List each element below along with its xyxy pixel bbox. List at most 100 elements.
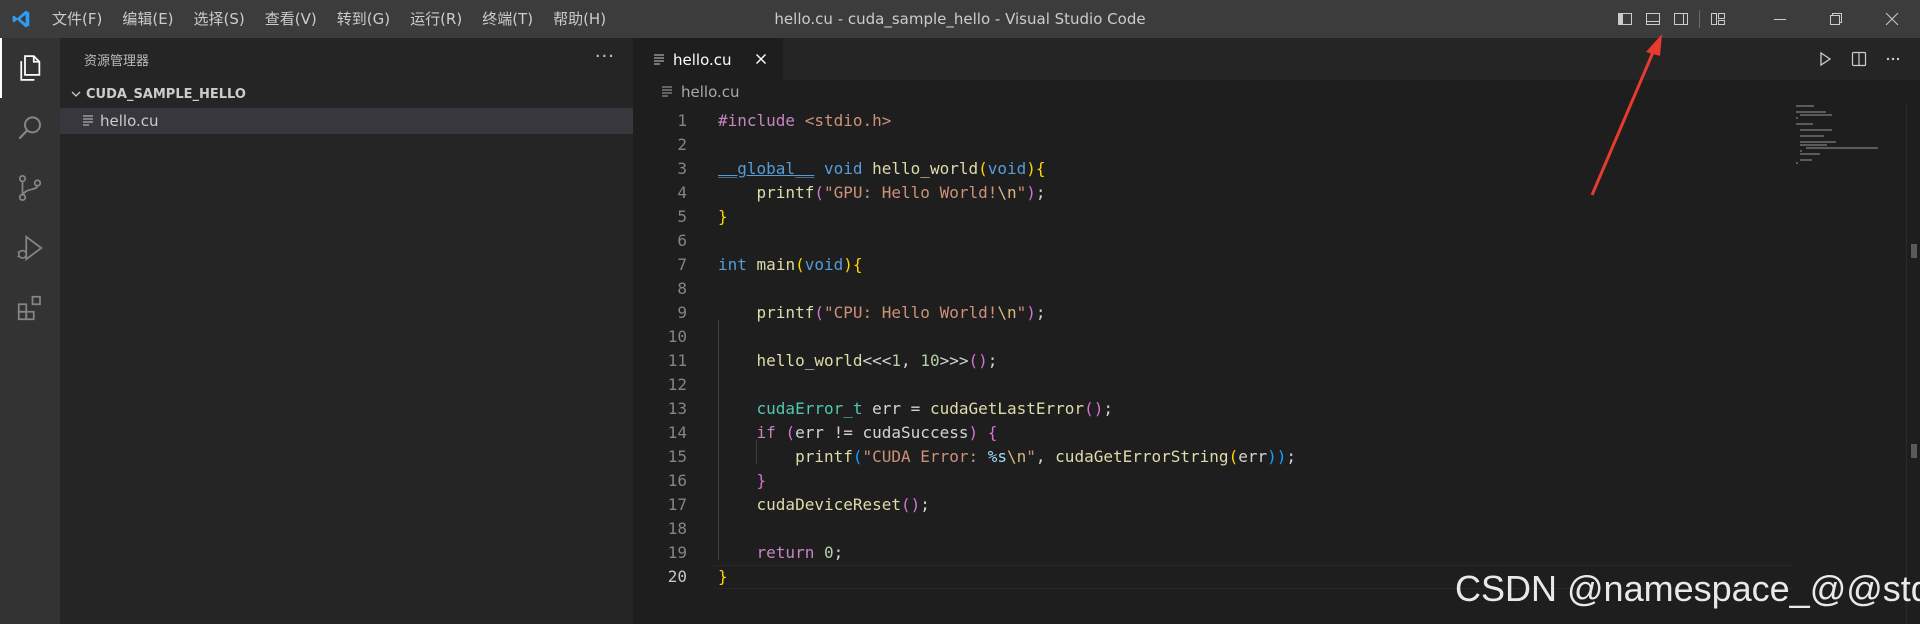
breadcrumb[interactable]: hello.cu <box>633 80 1920 104</box>
code-text[interactable]: __global__ void hello_world(void){ <box>718 157 1046 181</box>
code-token: ; <box>920 495 930 514</box>
code-line[interactable]: 6 <box>633 229 1783 253</box>
code-editor[interactable]: 1 #include <stdio.h> 2 3 __global__ void hel… <box>633 104 1920 624</box>
code-text[interactable]: return 0; <box>718 541 844 565</box>
code-line[interactable]: 8 <box>633 277 1783 301</box>
line-number: 3 <box>677 159 687 178</box>
code-token: ; <box>1035 183 1046 202</box>
line-number: 8 <box>677 279 687 298</box>
split-editor-icon[interactable] <box>1842 38 1876 80</box>
code-token: <<< <box>862 351 892 370</box>
code-line[interactable]: 12 <box>633 373 1783 397</box>
code-token: ){ <box>843 255 863 274</box>
folder-header[interactable]: CUDA_SAMPLE_HELLO <box>60 80 633 108</box>
code-text[interactable]: printf("GPU: Hello World!\n"); <box>718 181 1046 205</box>
toggle-panel-icon[interactable] <box>1639 0 1667 38</box>
code-line[interactable]: 9 printf("CPU: Hello World!\n"); <box>633 301 1783 325</box>
tab-label: hello.cu <box>673 50 732 69</box>
code-line[interactable]: 16 } <box>633 469 1783 493</box>
code-line[interactable]: 1 #include <stdio.h> <box>633 109 1783 133</box>
code-line[interactable]: 4 printf("GPU: Hello World!\n"); <box>633 181 1783 205</box>
close-tab-icon[interactable] <box>753 51 769 67</box>
file-item-hello-cu[interactable]: hello.cu <box>60 108 633 134</box>
code-line[interactable]: 3 __global__ void hello_world(void){ <box>633 157 1783 181</box>
code-text[interactable]: if (err != cudaSuccess) { <box>718 421 998 445</box>
code-line[interactable]: 13 cudaError_t err = cudaGetLastError(); <box>633 397 1783 421</box>
code-token: )) <box>1267 447 1287 466</box>
line-number: 16 <box>667 471 687 490</box>
file-icon <box>82 114 94 128</box>
code-line[interactable]: 7 int main(void){ <box>633 253 1783 277</box>
toggle-primary-sidebar-icon[interactable] <box>1611 0 1639 38</box>
code-token: err <box>1238 447 1268 466</box>
tab-hello-cu[interactable]: hello.cu <box>633 38 783 80</box>
code-text[interactable]: } <box>718 565 728 589</box>
code-line[interactable]: 18 <box>633 517 1783 541</box>
code-token: () <box>1084 399 1104 418</box>
code-line[interactable]: 11 hello_world<<<1, 10>>>(); <box>633 349 1783 373</box>
code-token: cudaError_t <box>756 399 863 418</box>
restore-icon[interactable] <box>1808 0 1864 38</box>
editor-actions <box>1808 38 1910 80</box>
code-text[interactable]: int main(void){ <box>718 253 863 277</box>
activity-bar <box>0 38 60 624</box>
code-text[interactable]: hello_world<<<1, 10>>>(); <box>718 349 998 373</box>
code-token: cudaGetLastError <box>929 399 1085 418</box>
extensions-icon[interactable] <box>0 278 60 338</box>
toggle-secondary-sidebar-icon[interactable] <box>1667 0 1695 38</box>
more-actions-icon[interactable] <box>1876 38 1910 80</box>
code-token: __global__ <box>718 159 815 178</box>
code-token: return <box>756 543 815 562</box>
menu-help[interactable]: 帮助(H) <box>543 0 616 38</box>
menu-view[interactable]: 查看(V) <box>255 0 327 38</box>
menu-run[interactable]: 运行(R) <box>400 0 472 38</box>
code-line[interactable]: 10 <box>633 325 1783 349</box>
code-token: ( <box>814 303 824 322</box>
code-line[interactable]: 14 if (err != cudaSuccess) { <box>633 421 1783 445</box>
code-line[interactable]: 17 cudaDeviceReset(); <box>633 493 1783 517</box>
scrollbar-marker <box>1911 244 1917 258</box>
run-icon[interactable] <box>1808 38 1842 80</box>
code-text[interactable]: } <box>718 469 767 493</box>
code-text[interactable]: #include <stdio.h> <box>718 109 891 133</box>
close-icon[interactable] <box>1864 0 1920 38</box>
menu-selection[interactable]: 选择(S) <box>184 0 255 38</box>
code-token: ( <box>814 183 824 202</box>
menu-edit[interactable]: 编辑(E) <box>112 0 183 38</box>
code-line[interactable]: 2 <box>633 133 1783 157</box>
code-text[interactable]: cudaDeviceReset(); <box>718 493 930 517</box>
code-token: err = <box>862 399 930 418</box>
code-line[interactable]: 15 printf("CUDA Error: %s\n", cudaGetErr… <box>633 445 1783 469</box>
explorer-icon[interactable] <box>0 38 60 98</box>
minimap[interactable] <box>1796 104 1906 194</box>
menu-file[interactable]: 文件(F) <box>42 0 112 38</box>
code-token: ) <box>1026 303 1036 322</box>
menu-terminal[interactable]: 终端(T) <box>472 0 543 38</box>
code-token: ){ <box>1026 159 1046 178</box>
run-debug-icon[interactable] <box>0 218 60 278</box>
search-icon[interactable] <box>0 98 60 158</box>
menu-go[interactable]: 转到(G) <box>327 0 400 38</box>
code-text[interactable]: printf("CUDA Error: %s\n", cudaGetErrorS… <box>718 445 1296 469</box>
code-token: >>> <box>939 351 969 370</box>
minimize-icon[interactable] <box>1752 0 1808 38</box>
source-control-icon[interactable] <box>0 158 60 218</box>
code-text[interactable]: printf("CPU: Hello World!\n"); <box>718 301 1046 325</box>
title-controls <box>1611 0 1920 38</box>
sidebar-more-button[interactable]: ··· <box>595 46 615 67</box>
code-line[interactable]: 5} <box>633 205 1783 229</box>
code-text[interactable]: } <box>718 205 728 229</box>
scrollbar-marker <box>1911 444 1917 458</box>
breadcrumb-file: hello.cu <box>681 83 740 101</box>
code-line[interactable]: 19 return 0; <box>633 541 1783 565</box>
code-token: () <box>968 351 988 370</box>
code-token: } <box>718 207 728 226</box>
vertical-scrollbar[interactable] <box>1906 104 1920 624</box>
line-number: 5 <box>677 207 687 226</box>
customize-layout-icon[interactable] <box>1704 0 1732 38</box>
code-text[interactable]: cudaError_t err = cudaGetLastError(); <box>718 397 1113 421</box>
